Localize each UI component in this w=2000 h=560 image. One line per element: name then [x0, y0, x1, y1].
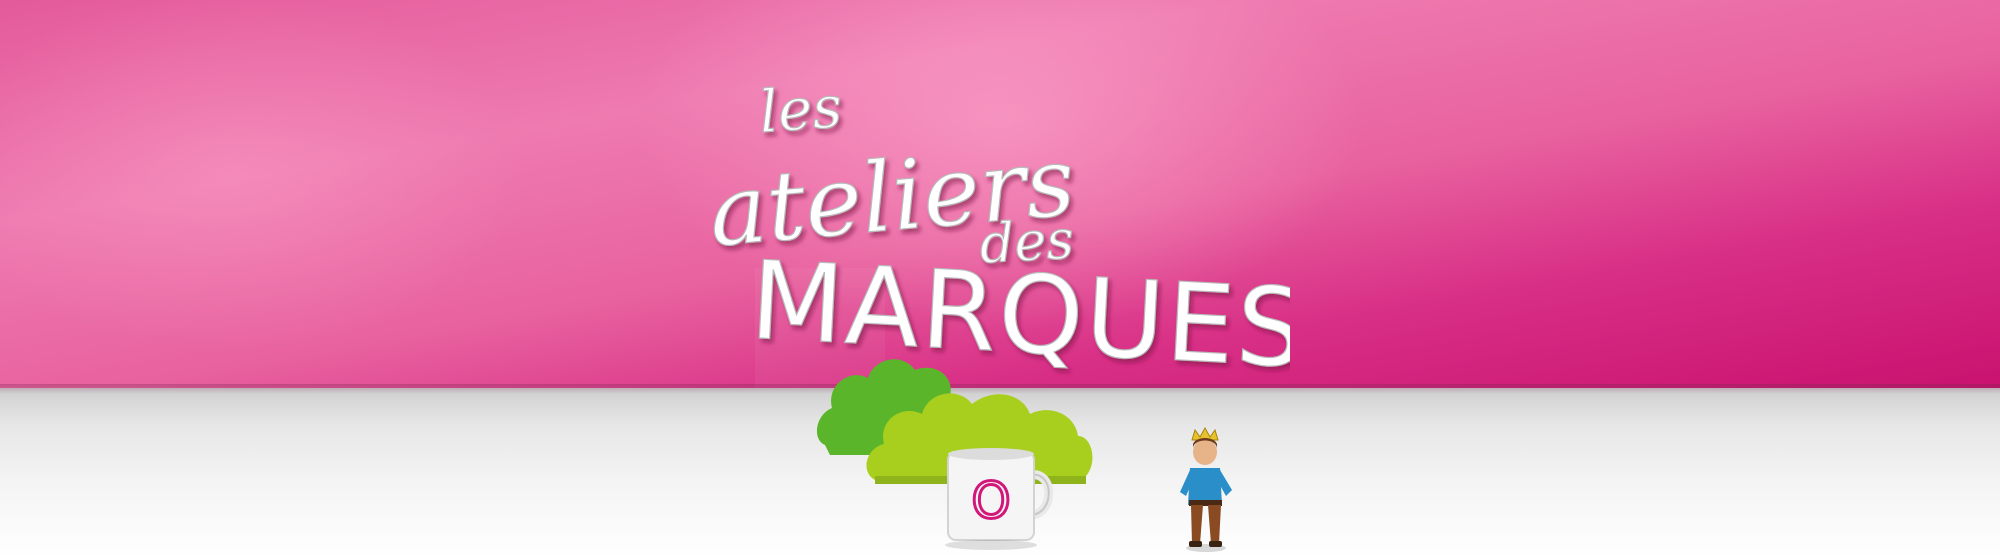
- mug-icon: O: [945, 448, 1054, 550]
- king-figurine-icon: [1180, 426, 1232, 552]
- mug-letter: O: [971, 472, 1010, 530]
- scene-props: O: [816, 359, 1232, 552]
- hero-banner: les ateliers des MARQUES O: [0, 0, 2000, 560]
